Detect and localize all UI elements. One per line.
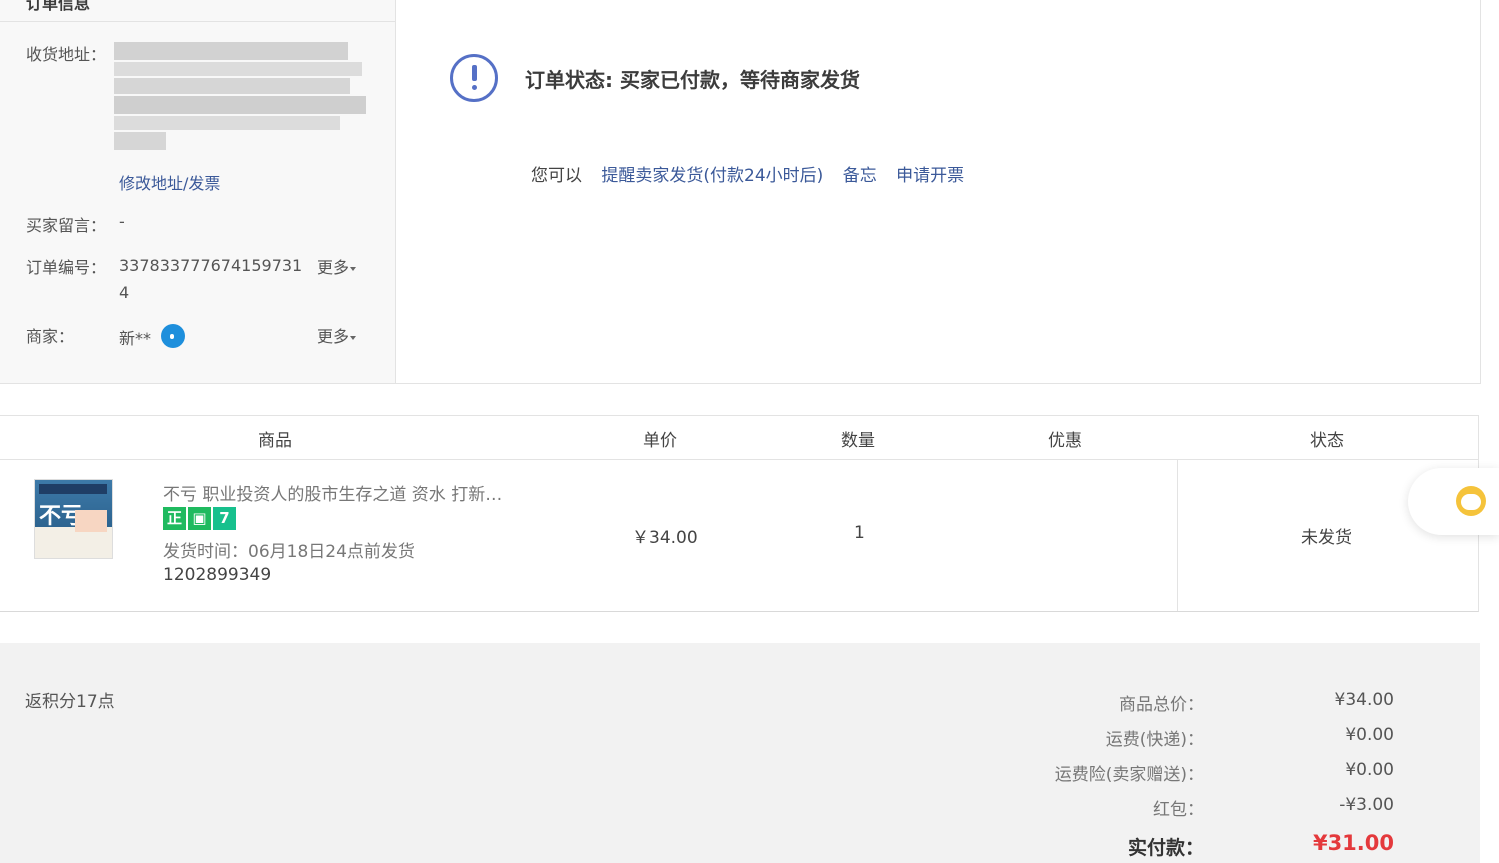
- points-reward: 返积分17点: [25, 692, 115, 712]
- customer-service-button[interactable]: [1408, 468, 1499, 535]
- item-status: 未发货: [1301, 528, 1352, 548]
- mascot-icon: [1456, 486, 1486, 516]
- remind-ship-link[interactable]: 提醒卖家发货(付款24小时后): [601, 166, 823, 186]
- summary-value-subtotal: ¥34.00: [1334, 690, 1394, 710]
- product-id: 1202899349: [163, 565, 272, 585]
- address-blurred: [114, 42, 366, 150]
- col-unit-price: 单价: [643, 431, 677, 451]
- divider: [0, 21, 395, 22]
- order-number-line1: 337833777674159731: [119, 256, 303, 275]
- merchant-label: 商家：: [26, 327, 75, 346]
- order-status-panel: [396, 0, 1481, 384]
- seven-day-return-badge: 7: [213, 507, 236, 530]
- col-quantity: 数量: [841, 431, 875, 451]
- order-info-panel: 订单信息 收货地址： 修改地址/发票 买家留言： - 订单编号： 3378337…: [0, 0, 396, 384]
- buyer-message-value: -: [119, 212, 125, 231]
- summary-label-subtotal: 商品总价：: [1119, 695, 1204, 715]
- order-actions: 您可以 提醒卖家发货(付款24小时后) 备忘 申请开票: [531, 161, 978, 186]
- summary-value-red-packet: -¥3.00: [1339, 795, 1394, 815]
- quantity: 1: [854, 523, 865, 543]
- ship-time: 发货时间：06月18日24点前发货: [163, 542, 415, 562]
- summary-label-insurance: 运费险(卖家赠送)：: [1054, 765, 1204, 785]
- address-label: 收货地址：: [26, 45, 107, 64]
- genuine-badge: 正: [163, 507, 186, 530]
- chevron-down-icon: [350, 266, 357, 271]
- order-number-label: 订单编号：: [26, 258, 107, 277]
- invoice-link[interactable]: 申请开票: [896, 166, 964, 186]
- product-badges: 正 ▣ 7: [163, 507, 238, 530]
- order-number-line2: 4: [119, 283, 130, 302]
- edit-address-link[interactable]: 修改地址/发票: [119, 170, 220, 194]
- summary-label-shipping: 运费(快递)：: [1105, 730, 1204, 750]
- product-name-link[interactable]: 不亏 职业投资人的股市生存之道 资水 打新…: [163, 480, 502, 505]
- memo-link[interactable]: 备忘: [843, 166, 877, 186]
- chevron-down-icon: [350, 335, 357, 340]
- buyer-message-label: 买家留言：: [26, 216, 107, 235]
- exclamation-icon: [450, 54, 498, 102]
- bag-icon: ▣: [188, 507, 211, 530]
- merchant-more-dropdown[interactable]: 更多: [317, 323, 357, 347]
- divider: [1177, 459, 1178, 611]
- col-product: 商品: [258, 431, 292, 451]
- chat-bubble-icon[interactable]: [161, 324, 185, 348]
- actions-prefix: 您可以: [531, 166, 582, 186]
- col-status: 状态: [1310, 431, 1344, 451]
- table-header: 商品 单价 数量 优惠 状态: [0, 415, 1479, 460]
- more-label: 更多: [317, 258, 350, 277]
- col-discount: 优惠: [1048, 431, 1082, 451]
- summary-value-shipping: ¥0.00: [1345, 725, 1394, 745]
- total-paid-label: 实付款：: [1127, 837, 1204, 859]
- more-label: 更多: [317, 327, 350, 346]
- order-status-text: 订单状态: 买家已付款，等待商家发货: [525, 68, 860, 92]
- merchant-value: 新**: [119, 329, 152, 348]
- payment-summary: [0, 643, 1480, 863]
- summary-label-red-packet: 红包：: [1153, 800, 1204, 820]
- summary-value-insurance: ¥0.00: [1345, 760, 1394, 780]
- unit-price: ￥34.00: [632, 528, 698, 548]
- order-info-title: 订单信息: [26, 0, 91, 13]
- order-more-dropdown[interactable]: 更多: [317, 254, 357, 278]
- product-image[interactable]: 不亏: [34, 479, 113, 559]
- total-paid-value: ¥31.00: [1312, 831, 1394, 855]
